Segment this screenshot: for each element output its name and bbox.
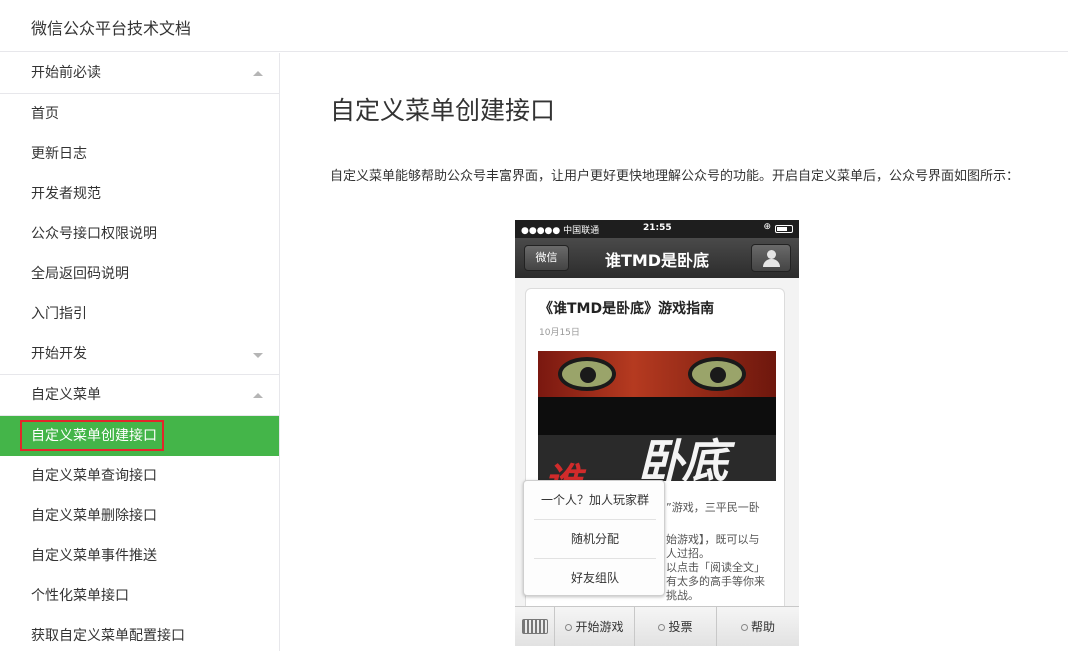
sidebar-group-label: 自定义菜单 [31,387,101,403]
sidebar-item-personalized-menu[interactable]: 个性化菜单接口 [0,576,279,616]
menu-button-label: 帮助 [750,620,775,634]
cover-eye-right [688,357,746,391]
lock-icon: ⊕ [763,222,771,232]
menu-dot-icon [740,624,748,631]
menu-button-label: 投票 [668,620,693,634]
menu-button-label: 开始游戏 [575,620,624,634]
sidebar-item-menu-config[interactable]: 获取自定义菜单配置接口 [0,616,279,651]
highlight-box [20,420,164,451]
sidebar-item-label: 更新日志 [31,146,87,162]
sidebar-item-label: 首页 [31,106,59,122]
sidebar-item-label: 个性化菜单接口 [31,588,129,604]
chevron-up-icon [253,71,263,76]
submenu-item-join-group: 一个人？加人玩家群 [540,493,649,507]
phone-screenshot: ●●●●● 中国联通 21:55 ⊕ 微信 谁TMD是卧底 《谁TMD是卧底》游… [515,220,799,646]
menu-button-vote: 投票 [635,607,717,646]
article-snippet: 挑战。 [666,589,699,602]
sidebar-item-label: 自定义菜单查询接口 [31,468,157,484]
main-content: 自定义菜单创建接口 自定义菜单能够帮助公众号丰富界面，让用户更好更快地理解公众号… [281,53,1068,651]
article-snippet: ”游戏，三平民一卧 [666,501,760,514]
sidebar-item-menu-query[interactable]: 自定义菜单查询接口 [0,456,279,496]
intro-paragraph: 自定义菜单能够帮助公众号丰富界面，让用户更好更快地理解公众号的功能。开启自定义菜… [330,169,1020,184]
sidebar-item-home[interactable]: 首页 [0,94,279,134]
site-title[interactable]: 微信公众平台技术文档 [31,15,191,39]
sidebar-item-permissions[interactable]: 公众号接口权限说明 [0,214,279,254]
cover-logo-text: 卧底 [638,434,728,481]
phone-nav-bar: 微信 谁TMD是卧底 [515,238,799,278]
keyboard-keys-shape [522,619,548,634]
submenu-popup: 一个人？加人玩家群 随机分配 好友组队 [523,480,665,596]
sidebar-item-label: 自定义菜单事件推送 [31,548,157,564]
sidebar-group-label: 开始开发 [31,346,87,362]
sidebar-item-label: 全局返回码说明 [31,266,129,282]
sidebar-item-menu-delete[interactable]: 自定义菜单删除接口 [0,496,279,536]
menu-dot-icon [565,624,573,631]
user-profile-icon [751,244,791,272]
sidebar-group-custom-menu[interactable]: 自定义菜单 [0,375,279,416]
battery-icon [775,225,793,233]
menu-button-start-game: 开始游戏 [555,607,635,646]
sidebar-item-changelog[interactable]: 更新日志 [0,134,279,174]
page-title: 自定义菜单创建接口 [330,96,556,125]
sidebar-group-label: 开始前必读 [31,65,101,81]
article-title: 《谁TMD是卧底》游戏指南 [539,301,715,317]
sidebar-nav: 开始前必读 首页 更新日志 开发者规范 公众号接口权限说明 全局返回码说明 入门… [0,53,280,651]
user-head-shape [767,250,776,259]
submenu-item-friends: 好友组队 [570,571,619,585]
top-header: 微信公众平台技术文档 [0,0,1068,52]
sidebar-group-before-reading[interactable]: 开始前必读 [0,53,279,94]
sidebar-group-start-dev[interactable]: 开始开发 [0,334,279,375]
clock-label: 21:55 [643,223,672,233]
sidebar-item-getting-started[interactable]: 入门指引 [0,294,279,334]
chevron-up-icon [253,393,263,398]
sidebar-item-menu-events[interactable]: 自定义菜单事件推送 [0,536,279,576]
submenu-item-random: 随机分配 [570,532,619,546]
user-body-shape [763,259,780,267]
article-cover-image: 卧底 谁 [538,351,776,481]
carrier-label: ●●●●● 中国联通 [521,226,600,236]
sidebar-item-dev-guidelines[interactable]: 开发者规范 [0,174,279,214]
menu-button-help: 帮助 [717,607,799,646]
cover-eye-left [558,357,616,391]
article-date: 10月15日 [539,328,580,338]
phone-status-bar: ●●●●● 中国联通 21:55 ⊕ [515,220,799,238]
sidebar-item-label: 入门指引 [31,306,87,322]
sidebar-item-menu-create[interactable]: 自定义菜单创建接口 [0,416,279,456]
menu-dot-icon [658,624,666,631]
chevron-down-icon [253,353,263,358]
phone-custom-menu-bar: 开始游戏 投票 帮助 [515,606,799,646]
keyboard-icon [515,607,555,646]
sidebar-item-label: 获取自定义菜单配置接口 [31,628,185,644]
sidebar-item-label: 公众号接口权限说明 [31,226,157,242]
sidebar-item-return-codes[interactable]: 全局返回码说明 [0,254,279,294]
sidebar-item-label: 自定义菜单删除接口 [31,508,157,524]
cover-logo-red: 谁 [544,451,582,481]
sidebar-item-label: 开发者规范 [31,186,101,202]
